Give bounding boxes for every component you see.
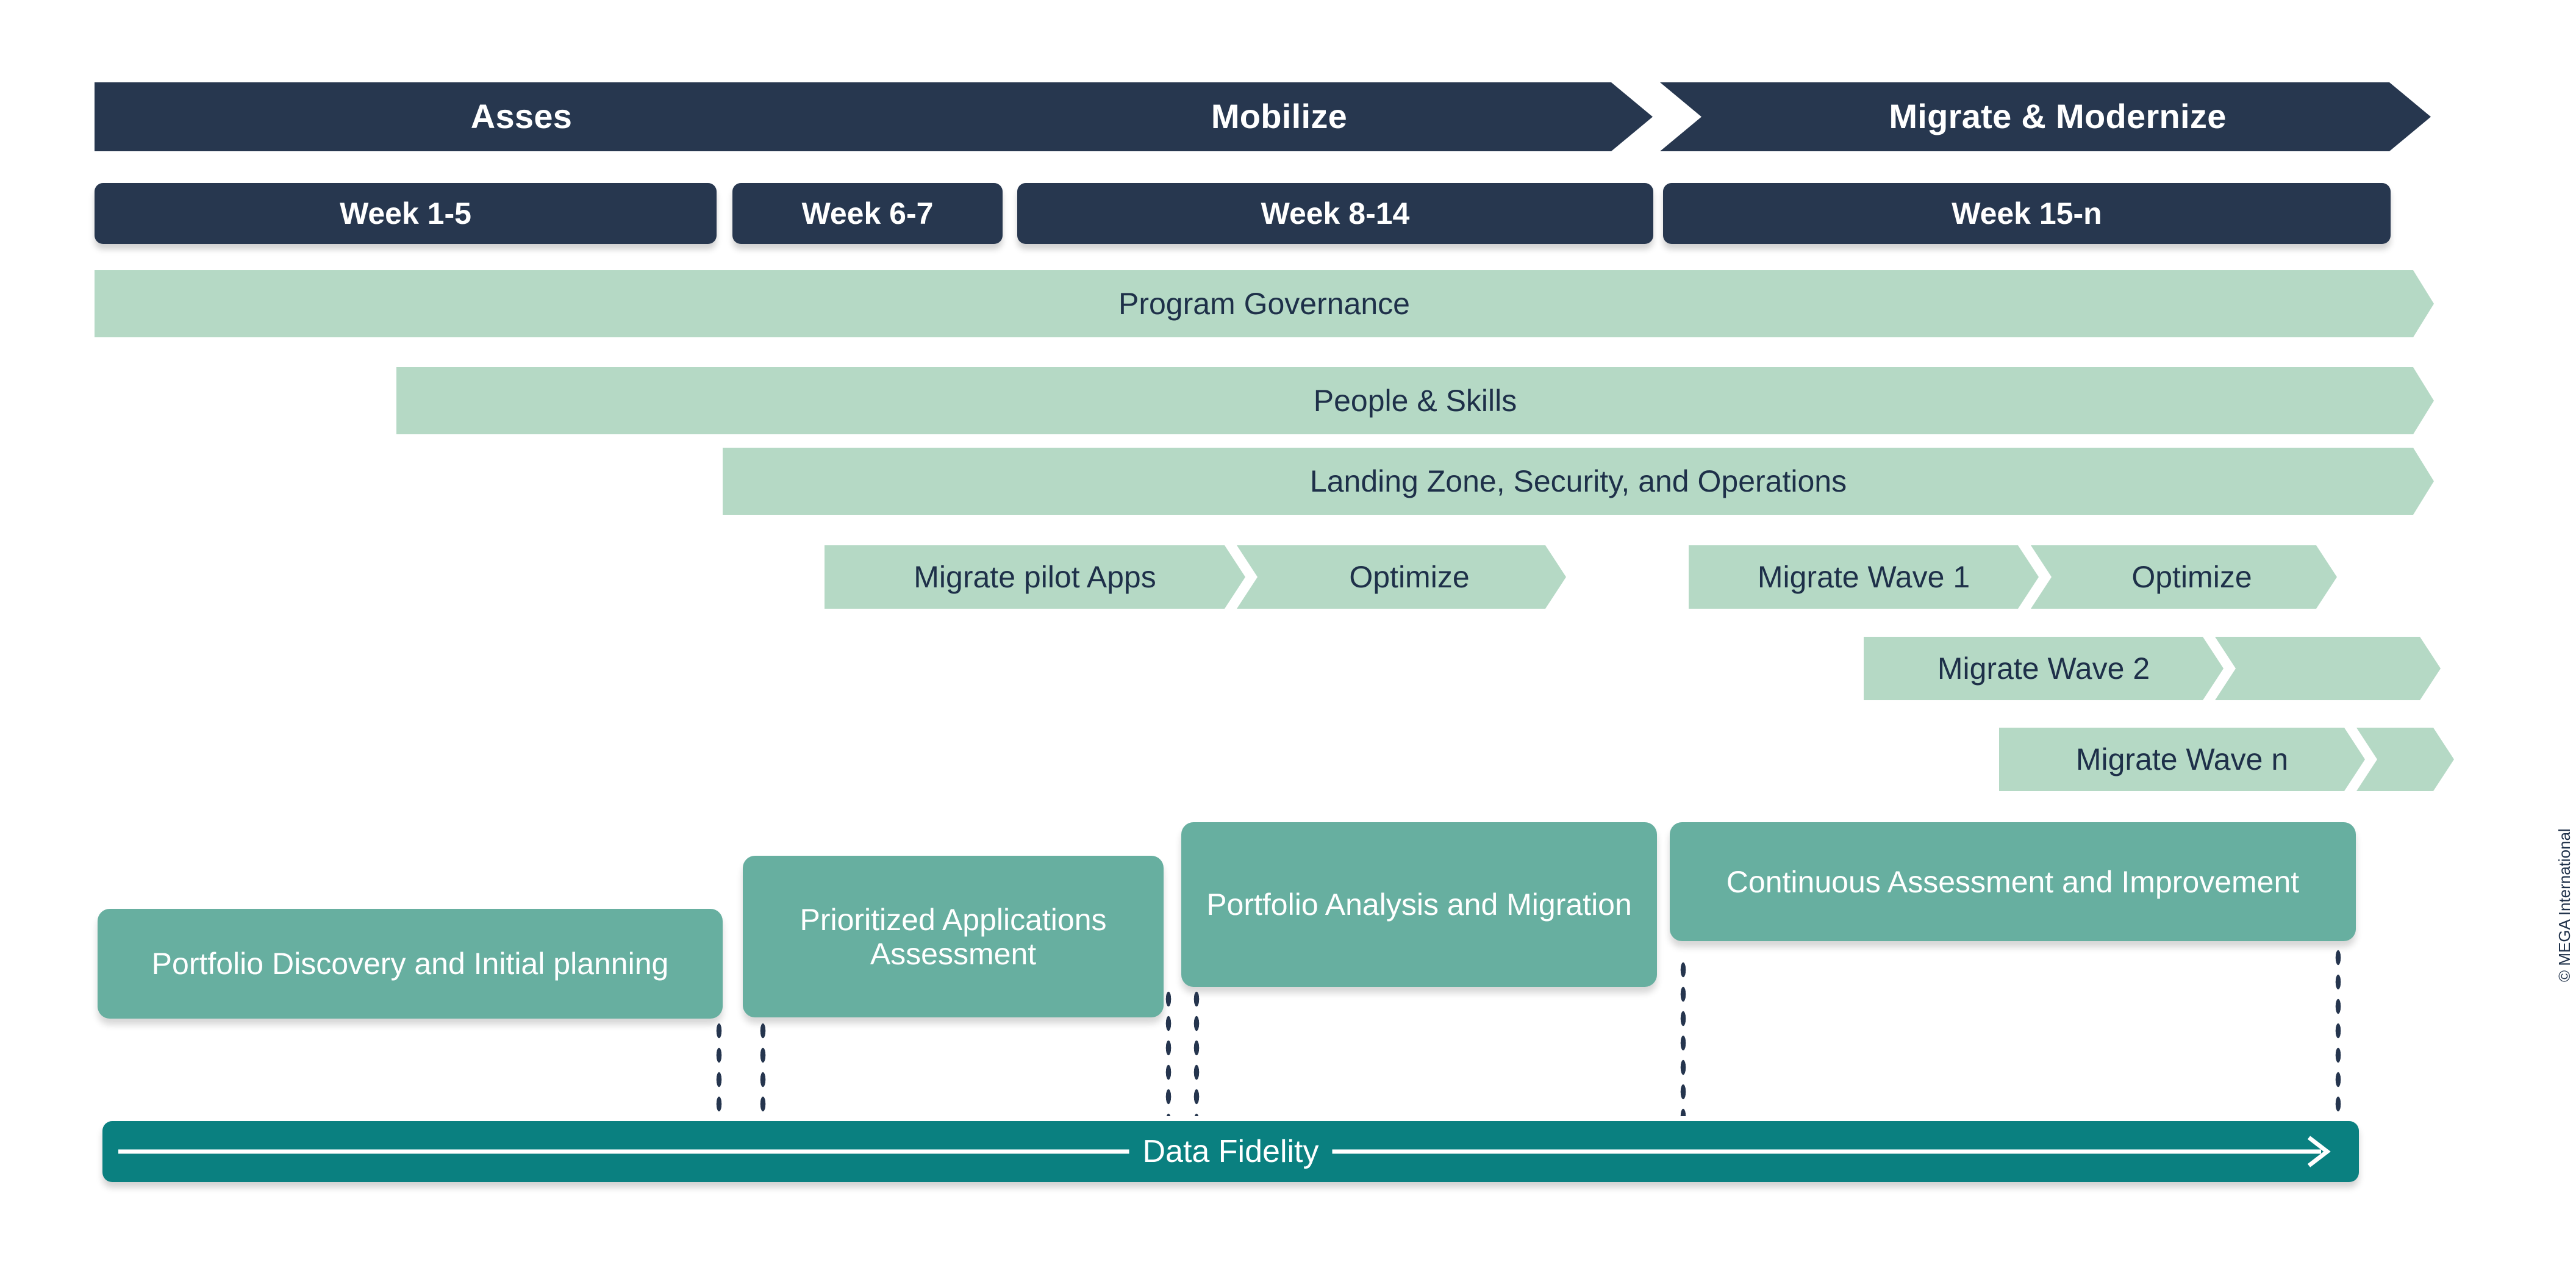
week-pill-2[interactable]: Week 6-7 (732, 183, 1003, 244)
wave-label: Migrate Wave n (2075, 742, 2289, 776)
wave-segment-2[interactable]: Optimize (1237, 545, 1566, 609)
phase-label: Mobilize (1211, 97, 1348, 136)
dotted-connector-4 (1192, 987, 1201, 1116)
deliverable-1[interactable]: Portfolio Discovery and Initial planning (98, 909, 723, 1019)
data-fidelity-bar: Data Fidelity (102, 1121, 2359, 1182)
workstream-label: Landing Zone, Security, and Operations (1309, 464, 1847, 498)
deliverable-label: Continuous Assessment and Improvement (1726, 864, 2300, 899)
week-label: Week 1-5 (340, 196, 471, 231)
wave-label: Optimize (1349, 560, 1470, 594)
workstream-label: People & Skills (1313, 384, 1517, 418)
wave-segment-1[interactable]: Migrate pilot Apps (825, 545, 1245, 609)
phase-label: Migrate & Modernize (1889, 97, 2227, 136)
deliverable-2[interactable]: Prioritized Applications Assessment (743, 856, 1164, 1017)
phase-label: Asses (470, 97, 573, 136)
data-fidelity-label: Data Fidelity (1129, 1133, 1333, 1170)
deliverable-label: Portfolio Analysis and Migration (1206, 887, 1632, 922)
wave-segment-5[interactable]: Migrate Wave 2 (1864, 637, 2224, 700)
roadmap-diagram: Asses Mobilize Migrate & Modernize Week 1-… (0, 0, 2576, 1276)
week-pill-1[interactable]: Week 1-5 (95, 183, 717, 244)
deliverable-3[interactable]: Portfolio Analysis and Migration (1181, 822, 1657, 987)
wave-label: Migrate Wave 2 (1937, 651, 2150, 686)
wave-segment-4[interactable]: Optimize (2031, 545, 2337, 609)
deliverable-4[interactable]: Continuous Assessment and Improvement (1670, 822, 2356, 941)
wave-segment-7[interactable]: Migrate Wave n (1999, 728, 2365, 791)
wave-segment-8[interactable] (2356, 728, 2454, 791)
deliverable-label: Prioritized Applications Assessment (800, 902, 1107, 971)
dotted-connector-2 (759, 1019, 767, 1116)
wave-label: Migrate Wave 1 (1757, 560, 1970, 594)
wave-label: Optimize (2131, 560, 2252, 594)
week-pill-4[interactable]: Week 15-n (1663, 183, 2391, 244)
workstream-1[interactable]: Program Governance (95, 270, 2434, 337)
week-label: Week 8-14 (1261, 196, 1410, 231)
copyright-label: © MEGA International (2555, 828, 2574, 982)
phase-3[interactable]: Migrate & Modernize (1660, 82, 2431, 151)
dotted-connector-5 (1679, 958, 1687, 1116)
phase-2[interactable]: Mobilize (881, 82, 1653, 151)
workstream-2[interactable]: People & Skills (396, 367, 2434, 434)
wave-segment-3[interactable]: Migrate Wave 1 (1689, 545, 2039, 609)
phase-1[interactable]: Asses (95, 82, 924, 151)
workstream-label: Program Governance (1118, 287, 1410, 321)
week-label: Week 6-7 (801, 196, 934, 231)
fidelity-rule-right (1298, 1149, 2321, 1154)
dotted-connector-6 (2334, 945, 2342, 1116)
workstream-3[interactable]: Landing Zone, Security, and Operations (723, 448, 2434, 515)
dotted-connector-3 (1164, 987, 1173, 1116)
arrow-right-icon (2307, 1136, 2331, 1167)
deliverable-label: Portfolio Discovery and Initial planning (151, 947, 669, 981)
dotted-connector-1 (715, 1019, 723, 1116)
wave-segment-6[interactable] (2215, 637, 2441, 700)
wave-label: Migrate pilot Apps (914, 560, 1156, 594)
fidelity-rule-left (118, 1149, 1164, 1154)
week-pill-3[interactable]: Week 8-14 (1017, 183, 1653, 244)
week-label: Week 15-n (1952, 196, 2102, 231)
